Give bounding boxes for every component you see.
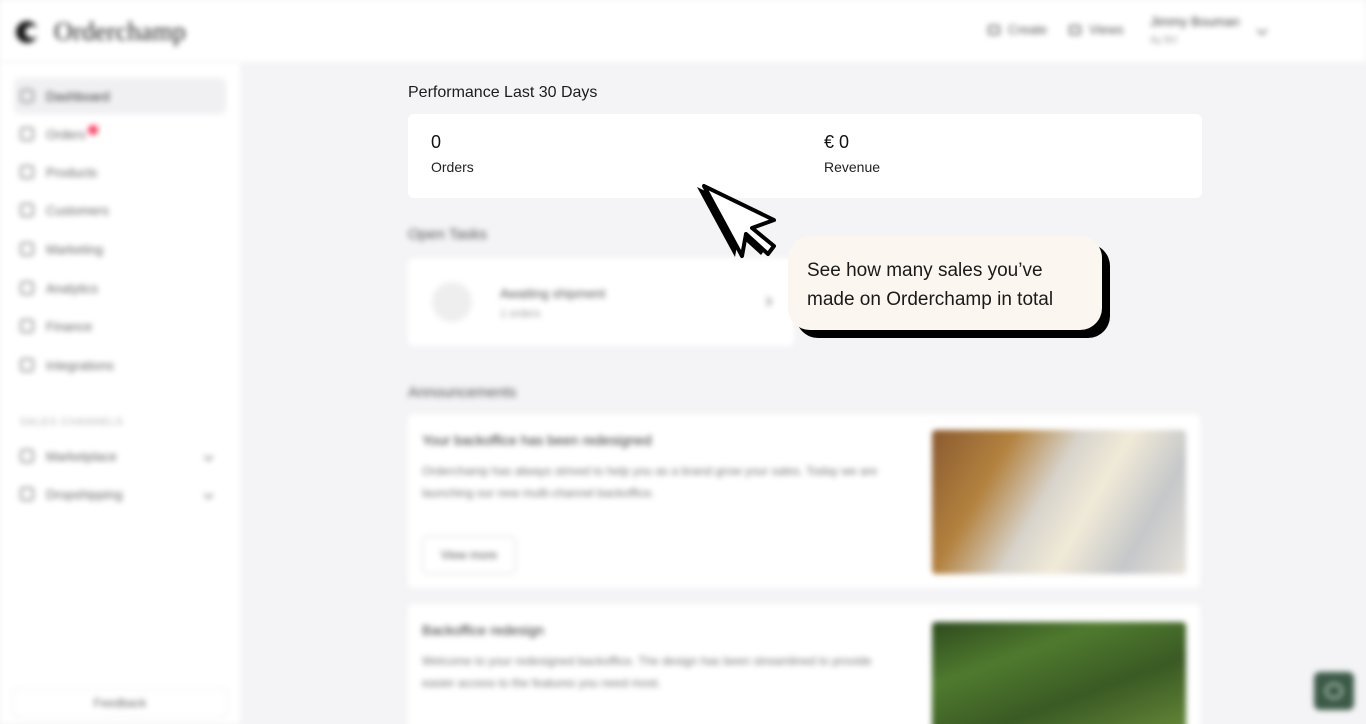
sidebar-item-customers[interactable]: Customers [14,192,226,228]
notification-badge [87,125,98,135]
link-icon [20,358,34,372]
user-name: Jimmy Bouman [1150,14,1240,29]
top-bar: Orderchamp Create Views Jimmy Bouman Ay … [0,0,1366,62]
chart-icon [20,281,34,295]
sidebar-item-label: Integrations [46,357,114,373]
revenue-label: Revenue [824,159,881,175]
sidebar-item-label: Orders [46,126,86,142]
tooltip-text: See how many sales you’ve made on Orderc… [807,260,1054,310]
task-count: 1 orders [500,308,541,320]
views-button[interactable]: Views [1069,22,1123,37]
megaphone-icon [20,242,34,256]
sidebar-item-label: Finance [46,318,93,334]
view-more-button[interactable]: View more [422,536,516,574]
sidebar-item-label: Customers [46,202,109,218]
shipment-icon [432,282,472,322]
pointer-cursor-icon [697,184,776,258]
revenue-metric: € 0 Revenue [824,132,880,175]
views-icon [1069,24,1082,35]
home-icon [20,89,34,103]
sidebar-item-orders[interactable]: Orders [14,116,226,152]
feedback-button[interactable]: Feedback [12,688,228,718]
shop-icon [20,449,34,463]
sidebar-item-integrations[interactable]: Integrations [14,347,226,383]
chevron-down-icon[interactable] [1256,24,1268,36]
open-tasks-title: Open Tasks [408,226,487,243]
sales-channels-heading: SALES CHANNELS [20,417,124,428]
announcement-image [932,622,1186,724]
orders-value: 0 [431,132,442,152]
announcement-title: Backoffice redesign [422,622,544,638]
brand-name: Orderchamp [54,17,186,46]
user-menu[interactable]: Jimmy Bouman Ay BV [1150,14,1240,46]
announcement-text: Orderchamp has always strived to help yo… [422,464,878,500]
announcement-text: Welcome to your redesigned backoffice. T… [422,654,872,690]
create-label: Create [1008,22,1048,37]
revenue-value: € 0 [824,132,850,152]
announcement-card: Backoffice redesign Welcome to your rede… [408,604,1200,724]
sidebar-item-label: Analytics [46,280,99,296]
sidebar-item-dashboard[interactable]: Dashboard [14,78,226,114]
orders-label: Orders [431,159,474,175]
onboarding-tooltip: See how many sales you’ve made on Orderc… [788,236,1102,330]
task-title: Awaiting shipment [500,286,606,301]
announcements-title: Announcements [408,384,517,401]
chat-icon [1325,683,1343,699]
sidebar-item-finance[interactable]: Finance [14,308,226,344]
sidebar-item-label: Marketing [46,241,104,257]
announcement-image [932,430,1186,574]
top-actions: Create Views [988,22,1123,37]
customers-icon [20,203,34,217]
chat-button[interactable] [1314,672,1354,710]
views-label: Views [1089,22,1124,37]
performance-title: Performance Last 30 Days [408,84,598,101]
finance-icon [20,319,34,333]
orders-icon [20,127,34,141]
performance-card: 0 Orders € 0 Revenue [408,114,1202,198]
sidebar-item-label: Marketplace [46,448,117,464]
sidebar-item-label: Dropshipping [46,486,123,502]
dropship-icon [20,487,34,501]
chevron-down-icon [203,489,214,499]
plus-icon [988,24,1000,35]
sidebar-item-marketing[interactable]: Marketing [14,231,226,267]
sidebar-item-label: Products [46,164,98,180]
logo-icon [16,19,46,45]
orders-metric: 0 Orders [431,132,474,175]
brand-logo[interactable]: Orderchamp [16,17,186,47]
announcement-title: Your backoffice has been redesigned [422,432,652,448]
sidebar: Dashboard Orders Products Customers Mark… [0,62,240,724]
announcement-card: Your backoffice has been redesigned Orde… [408,414,1200,588]
chevron-right-icon [762,296,773,307]
tag-icon [20,165,34,179]
create-button[interactable]: Create [988,22,1047,37]
sidebar-item-label: Dashboard [46,88,110,104]
sidebar-item-products[interactable]: Products [14,154,226,190]
sidebar-item-marketplace[interactable]: Marketplace [14,438,226,474]
chevron-down-icon [203,451,214,461]
sidebar-item-analytics[interactable]: Analytics [14,270,226,306]
user-company: Ay BV [1150,35,1178,46]
sidebar-item-dropshipping[interactable]: Dropshipping [14,476,226,512]
